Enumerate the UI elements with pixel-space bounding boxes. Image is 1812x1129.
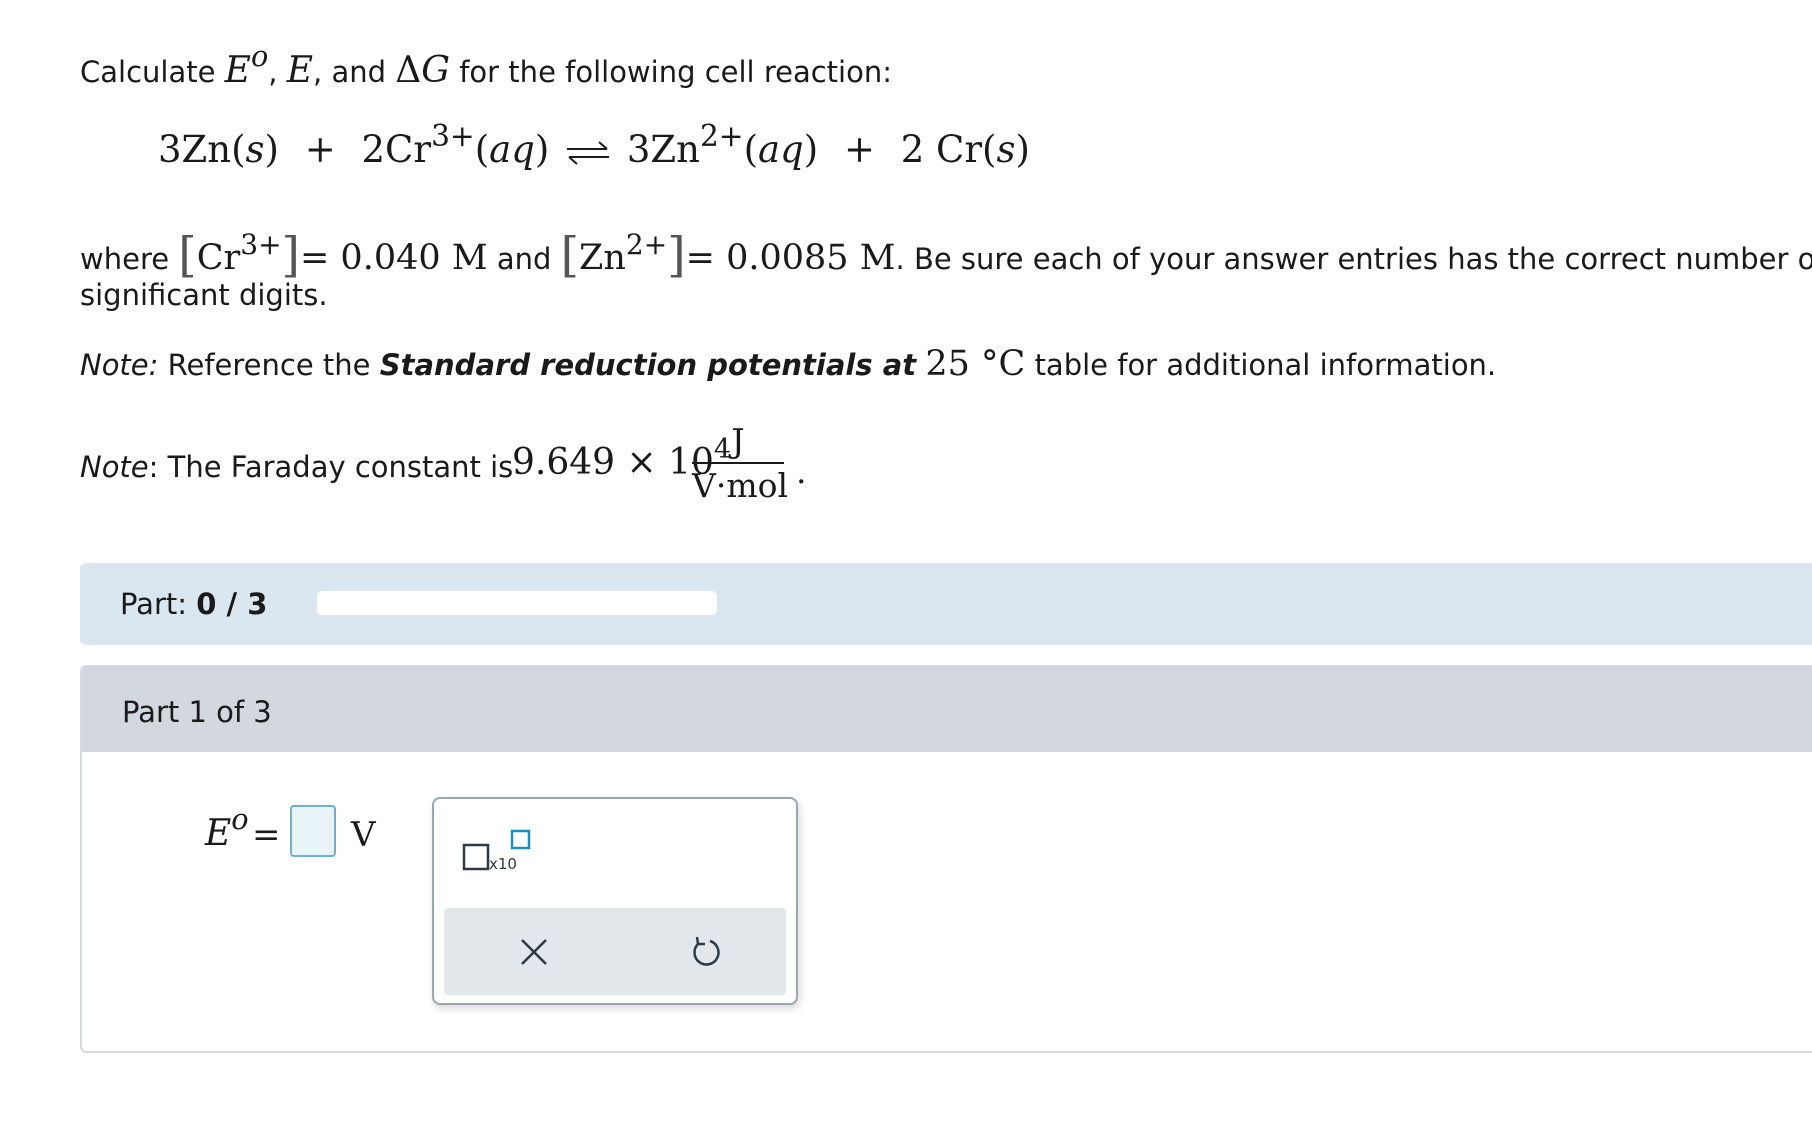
delta-g-symbol: ΔG <box>395 50 450 91</box>
note-label: Note: <box>80 348 159 382</box>
progress-track <box>317 591 717 615</box>
faraday-unit: J V·mol <box>692 421 789 505</box>
reference-note: Note: Reference the Standard reduction p… <box>80 344 1497 384</box>
close-icon <box>521 939 547 965</box>
x10-button[interactable]: x10 <box>462 829 532 879</box>
concentration-line: where [Cr3+]= 0.040 M and [Zn2+]= 0.0085… <box>80 226 1812 283</box>
equals-sign: = <box>252 815 281 855</box>
reactant-zn: 3Zn <box>158 128 232 171</box>
undo-icon <box>693 936 720 966</box>
part-card: Part 1 of 3 <box>80 665 1812 1053</box>
product-cr: 2 Cr <box>900 128 983 171</box>
superscript-x10-icon: x10 <box>462 829 531 873</box>
intro-tail: for the following cell reaction: <box>459 55 892 89</box>
equilibrium-arrow-icon <box>567 140 610 165</box>
zn-concentration: [Zn2+]= 0.0085 M <box>560 227 896 283</box>
clear-button[interactable] <box>514 932 554 972</box>
sigfig-instruction: . Be sure each of your answer entries ha… <box>895 242 1812 276</box>
question-intro: Calculate Eo, E, and ΔG for the followin… <box>80 39 892 91</box>
part-progress-bar: Part: 0 / 3 <box>80 563 1812 645</box>
part-title: Part 1 of 3 <box>122 695 272 729</box>
part-progress-label: Part: 0 / 3 <box>120 587 268 621</box>
e-standard-symbol: Eo <box>224 39 269 91</box>
cell-reaction: 3Zn(s) + 2Cr3+(aq) 3Zn2+(aq) + 2 Cr(s) <box>158 118 1030 171</box>
e-symbol: E <box>286 50 314 91</box>
reduction-potentials-link[interactable]: Standard reduction potentials at <box>380 348 916 382</box>
calculate-label: Calculate <box>80 55 216 89</box>
undo-button[interactable] <box>686 932 726 972</box>
sigfig-instruction-cont: significant digits. <box>80 278 328 312</box>
e-standard-input[interactable] <box>290 805 336 857</box>
note2-label: Note <box>80 450 149 484</box>
and-label: and <box>331 55 387 89</box>
where-label: where <box>80 242 170 276</box>
tool-actions <box>444 908 786 995</box>
svg-text:x10: x10 <box>489 855 517 873</box>
unit-label: V <box>351 815 376 855</box>
part-header: Part 1 of 3 <box>82 667 1812 752</box>
reactant-cr: 2Cr <box>361 128 432 171</box>
answer-symbol: Eo <box>205 802 249 854</box>
math-tool-panel: x10 <box>432 797 798 1005</box>
product-zn: 3Zn <box>626 128 700 171</box>
cr-concentration: [Cr3+]= 0.040 M <box>178 227 488 283</box>
